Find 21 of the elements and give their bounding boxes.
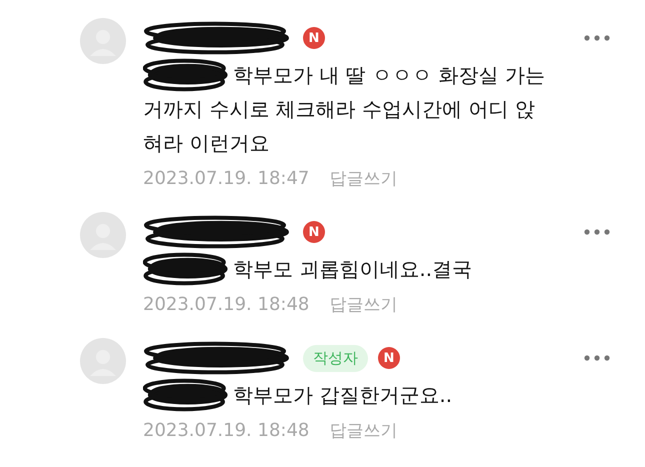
new-badge: N bbox=[303, 27, 325, 49]
reply-link[interactable]: 답글쓰기 bbox=[329, 166, 398, 190]
comment-date: 2023.07.19. 18:48 bbox=[143, 294, 310, 314]
avatar-icon bbox=[80, 338, 126, 384]
new-badge: N bbox=[303, 221, 325, 243]
comment-text: 학부모 괴롭힘이네요..결국 bbox=[233, 256, 472, 283]
comment-text: 혀라 이런거요 bbox=[143, 130, 270, 157]
more-icon[interactable] bbox=[584, 355, 610, 361]
more-icon[interactable] bbox=[584, 35, 610, 41]
avatar-icon bbox=[80, 212, 126, 258]
comment-text: 거까지 수시로 체크해라 수업시간에 어디 앉 bbox=[143, 96, 535, 123]
comment-text: 학부모가 갑질한거군요.. bbox=[233, 382, 452, 409]
new-badge: N bbox=[378, 347, 400, 369]
reply-link[interactable]: 답글쓰기 bbox=[329, 292, 398, 316]
more-icon[interactable] bbox=[584, 229, 610, 235]
avatar-icon bbox=[80, 18, 126, 64]
author-badge: 작성자 bbox=[303, 344, 368, 372]
comment-text: 학부모가 내 딸 ㅇㅇㅇ 화장실 가는 bbox=[233, 62, 545, 89]
comment-date: 2023.07.19. 18:47 bbox=[143, 168, 310, 188]
reply-link[interactable]: 답글쓰기 bbox=[329, 418, 398, 442]
comment-date: 2023.07.19. 18:48 bbox=[143, 420, 310, 440]
